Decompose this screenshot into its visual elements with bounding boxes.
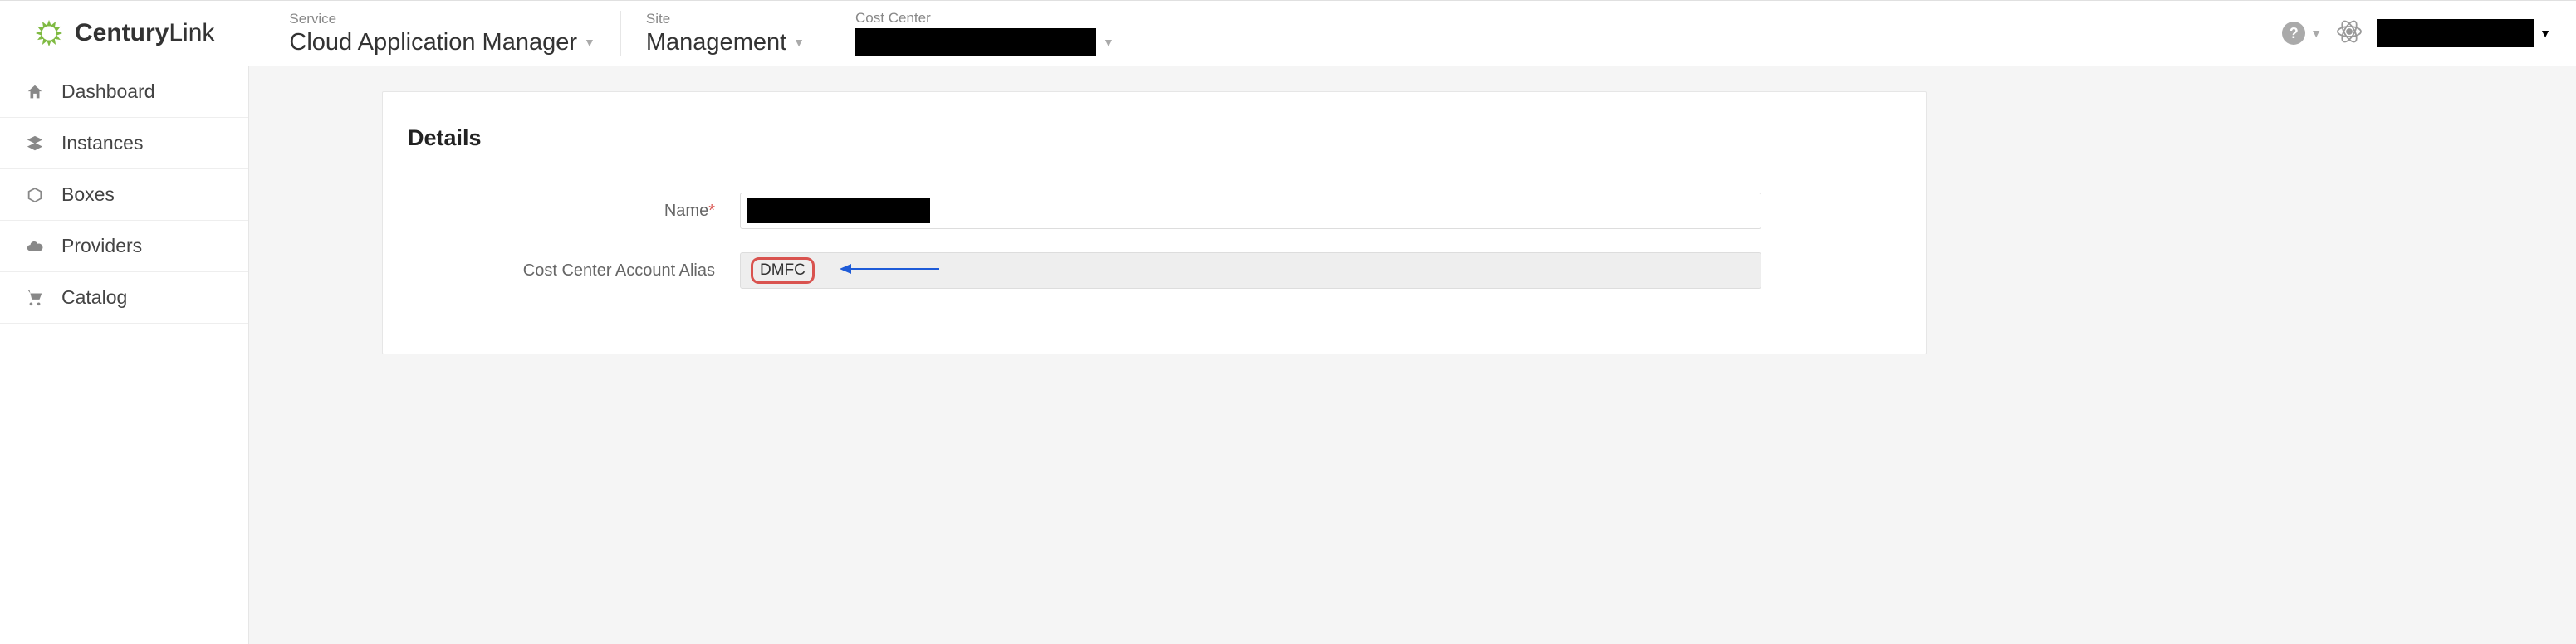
sidebar-item-providers[interactable]: Providers: [0, 221, 248, 272]
sidebar-item-label: Instances: [61, 132, 143, 154]
help-menu[interactable]: ? ▼: [2282, 22, 2322, 45]
caret-down-icon: ▼: [793, 36, 805, 49]
box-icon: [25, 186, 45, 204]
sidebar-item-boxes[interactable]: Boxes: [0, 169, 248, 221]
brand-name: CenturyLink: [75, 19, 214, 47]
name-label: Name*: [408, 202, 740, 221]
help-icon: ?: [2282, 22, 2305, 45]
centurylink-logo-icon: [33, 17, 65, 49]
name-input[interactable]: [740, 193, 1761, 229]
user-name-redacted: [2377, 19, 2534, 47]
caret-down-icon: ▼: [2310, 27, 2322, 40]
sidebar-item-label: Boxes: [61, 183, 115, 206]
sidebar-item-dashboard[interactable]: Dashboard: [0, 66, 248, 118]
header-selectors: Service Cloud Application Manager ▼ Site…: [264, 10, 1139, 56]
caret-down-icon: ▼: [584, 36, 595, 49]
cloud-icon: [25, 237, 45, 256]
cost-center-selector[interactable]: Cost Center ▼: [830, 10, 1139, 56]
name-value-redacted: [747, 198, 930, 223]
cost-center-label: Cost Center: [855, 10, 1114, 27]
cost-center-value-redacted: [855, 28, 1096, 56]
brand-logo: CenturyLink: [33, 17, 214, 49]
service-label: Service: [289, 11, 595, 27]
sidebar-item-instances[interactable]: Instances: [0, 118, 248, 169]
details-title: Details: [408, 125, 1901, 151]
cart-icon: [25, 289, 45, 307]
site-selector[interactable]: Site Management ▼: [620, 11, 830, 56]
user-menu[interactable]: ▼: [2377, 19, 2551, 47]
home-icon: [25, 83, 45, 101]
annotation-arrow-icon: [840, 261, 939, 281]
top-right-controls: ? ▼ ▼: [2282, 17, 2551, 50]
top-bar: CenturyLink Service Cloud Application Ma…: [0, 0, 2576, 66]
alias-value: DMFC: [751, 257, 815, 284]
sidebar-item-label: Providers: [61, 235, 142, 257]
site-value: Management: [646, 29, 786, 56]
layers-icon: [25, 134, 45, 153]
alias-label: Cost Center Account Alias: [408, 261, 740, 281]
caret-down-icon: ▼: [2539, 27, 2551, 40]
sidebar: Dashboard Instances Boxes Providers Cata…: [0, 66, 249, 644]
service-selector[interactable]: Service Cloud Application Manager ▼: [264, 11, 620, 56]
caret-down-icon: ▼: [1103, 36, 1114, 49]
sidebar-item-label: Dashboard: [61, 80, 155, 103]
service-value: Cloud Application Manager: [289, 29, 577, 56]
alias-readonly-field: DMFC: [740, 252, 1761, 289]
sidebar-item-catalog[interactable]: Catalog: [0, 272, 248, 324]
main-content: Details Name* Cost Center Account Alias …: [249, 66, 2576, 644]
settings-atom-icon[interactable]: [2335, 17, 2363, 50]
details-card: Details Name* Cost Center Account Alias …: [382, 91, 1927, 354]
sidebar-item-label: Catalog: [61, 286, 127, 309]
name-row: Name*: [408, 193, 1901, 229]
alias-row: Cost Center Account Alias DMFC: [408, 252, 1901, 289]
site-label: Site: [646, 11, 805, 27]
required-asterisk: *: [708, 202, 715, 220]
